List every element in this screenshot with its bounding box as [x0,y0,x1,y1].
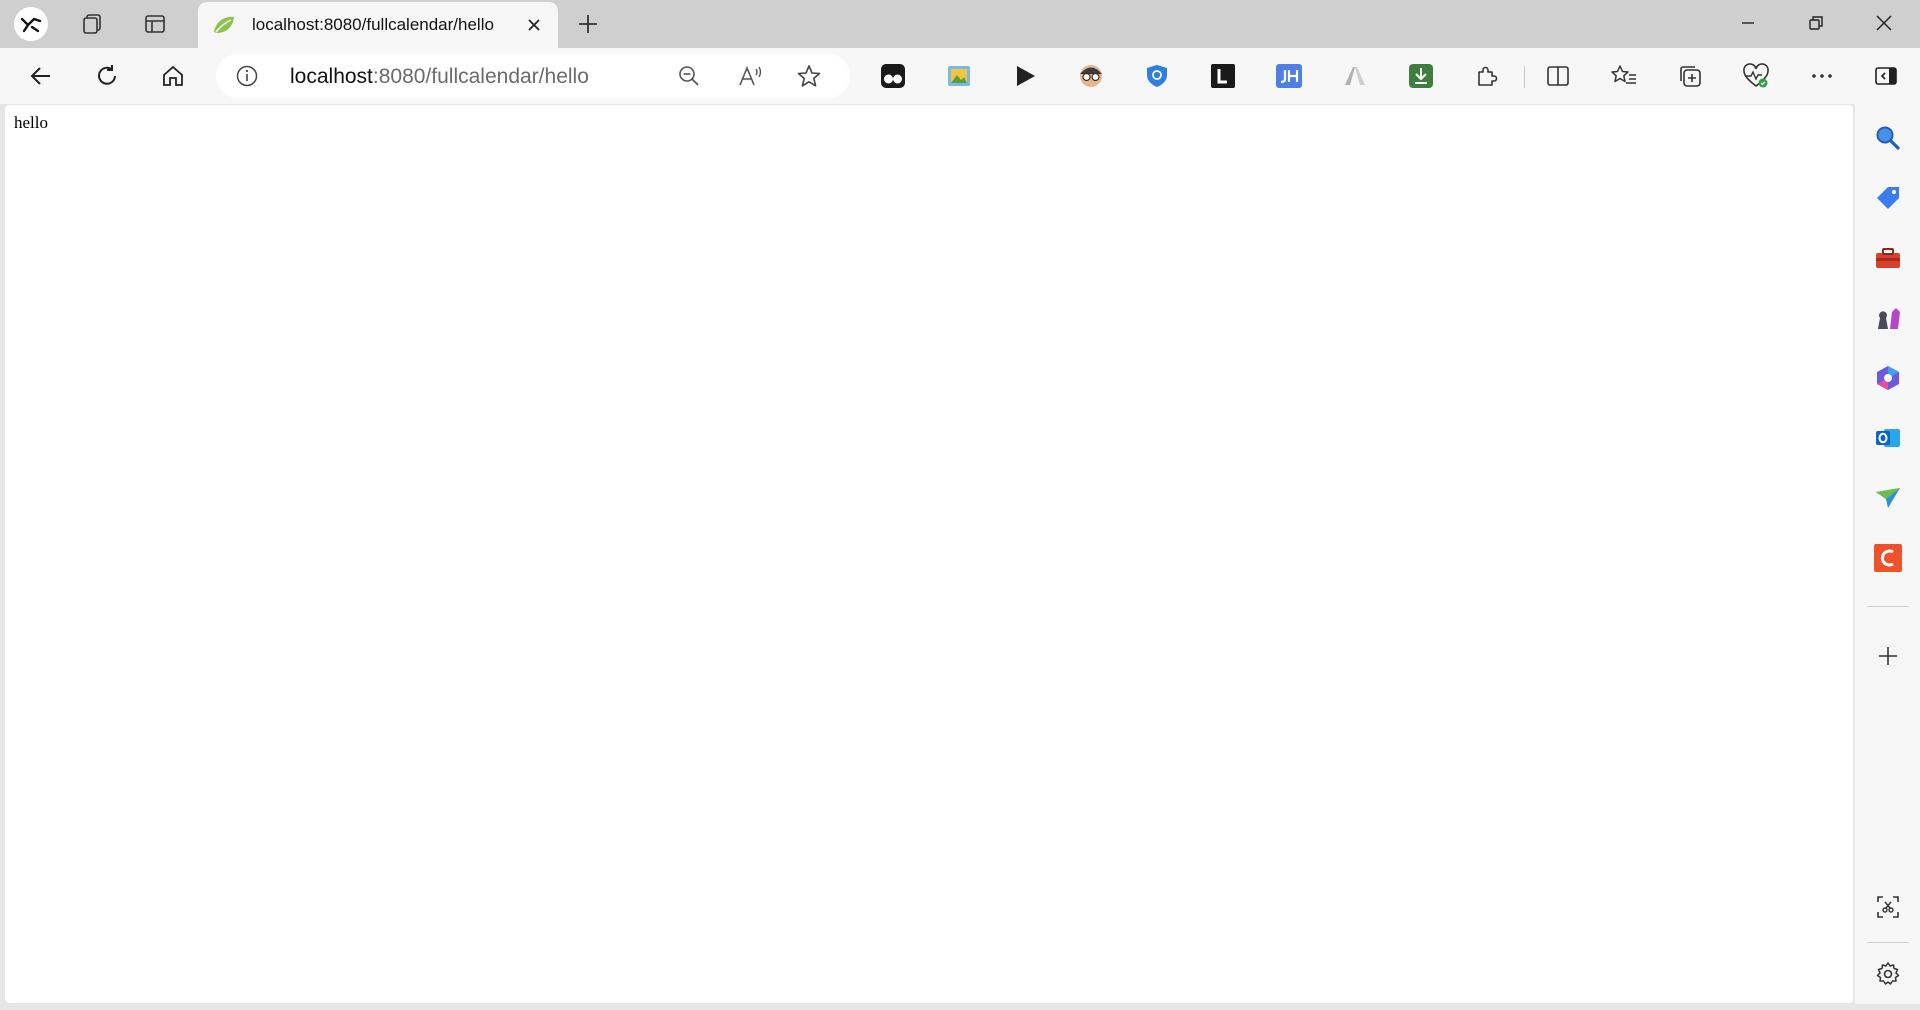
favorite-star-icon [797,65,821,87]
ext-image[interactable] [943,60,975,92]
heart-pulse-icon [1743,63,1769,88]
image-extension-icon [948,66,970,86]
close-window-button[interactable] [1850,0,1918,46]
split-screen-icon [1547,66,1569,86]
ext-hacker[interactable] [1075,60,1107,92]
gear-icon [1876,962,1900,985]
page-text: hello [14,113,48,132]
home-icon [163,65,183,86]
restore-icon [1809,16,1823,30]
info-icon[interactable] [236,65,258,87]
play-icon [1017,66,1035,86]
l-extension-icon [1211,64,1235,88]
sidebar-c-app[interactable] [1872,542,1904,574]
more-menu-button[interactable] [1806,60,1838,92]
ext-download[interactable] [1405,60,1437,92]
vertical-tabs-button[interactable] [133,6,177,42]
games-icon [1878,308,1900,329]
minimize-icon [1742,22,1754,24]
sidebar-settings-button[interactable] [1872,958,1904,990]
back-icon [30,67,50,85]
sidebar-separator [1867,606,1909,607]
refresh-button[interactable] [86,56,128,96]
tampermonkey-icon [881,64,905,88]
active-tab[interactable]: localhost:8080/fullcalendar/hello [198,2,558,48]
back-button[interactable] [20,56,62,96]
collections-icon [1680,66,1701,87]
ext-play[interactable] [1009,60,1041,92]
url-host: localhost [290,65,373,88]
tab-actions-icon [145,15,165,33]
read-aloud-button[interactable] [735,62,765,90]
screenshot-icon [1877,896,1899,918]
zoom-button[interactable] [674,62,704,90]
arrow-extension-icon [1345,67,1365,85]
ext-tampermonkey[interactable] [877,60,909,92]
address-url[interactable]: localhost:8080/fullcalendar/hello [290,65,589,89]
sidebar-shopping[interactable] [1872,182,1904,214]
restore-button[interactable] [1782,0,1850,46]
shield-icon [1147,65,1167,87]
jh-extension-icon [1276,64,1302,88]
extensions-button[interactable] [1471,60,1503,92]
sidebar-screenshot-button[interactable] [1872,891,1904,923]
ext-shield[interactable] [1141,60,1173,92]
ext-l[interactable] [1207,60,1239,92]
refresh-icon [98,65,116,85]
profile-avatar[interactable] [14,7,48,41]
copilot-icon [1877,366,1899,390]
more-dots-icon [1812,74,1832,78]
zoom-out-icon [679,66,699,86]
sidebar-toggle-button[interactable] [1870,60,1902,92]
toolbar-separator [1524,66,1525,88]
url-path: :8080/fullcalendar/hello [372,65,589,88]
minimize-button[interactable] [1714,0,1782,46]
sidebar-send[interactable] [1872,482,1904,514]
sidebar-tools[interactable] [1872,242,1904,274]
profile-icon [20,17,42,33]
home-button[interactable] [152,56,194,96]
sidebar-add-button[interactable] [1872,640,1904,672]
workspaces-button[interactable] [70,6,114,42]
favorites-list-icon [1611,65,1636,84]
shopping-tag-icon [1877,187,1899,209]
outlook-icon [1876,429,1900,447]
sidebar-search[interactable] [1872,122,1904,154]
ext-jh[interactable] [1273,60,1305,92]
tab-bar: localhost:8080/fullcalendar/hello [0,0,1920,48]
favorite-button[interactable] [794,62,824,90]
download-extension-icon [1409,64,1433,88]
extensions-puzzle-icon [1478,66,1498,86]
split-screen-button[interactable] [1542,60,1574,92]
window-bottom-edge [0,1004,1920,1010]
browser-essentials-button[interactable] [1740,60,1772,92]
plus-icon [1879,647,1897,665]
hacker-face-icon [1080,65,1102,87]
close-icon [1876,15,1892,31]
read-aloud-icon [739,65,762,86]
edge-sidebar [1855,104,1920,1010]
sidebar-games[interactable] [1872,302,1904,334]
sidebar-separator [1867,942,1909,943]
sidebar-copilot[interactable] [1872,362,1904,394]
new-tab-button[interactable] [568,6,608,42]
tab-title: localhost:8080/fullcalendar/hello [252,15,494,34]
close-icon [528,19,540,31]
ext-arrow[interactable] [1339,60,1371,92]
tab-close-button[interactable] [522,13,546,37]
send-icon [1876,488,1900,508]
plus-icon [579,15,597,33]
tools-icon [1876,248,1900,268]
toolbar: localhost:8080/fullcalendar/hello [0,48,1920,104]
c-app-icon [1874,544,1902,572]
workspaces-icon [83,14,101,34]
address-bar[interactable]: localhost:8080/fullcalendar/hello [216,54,850,98]
search-icon [1876,126,1900,150]
spring-leaf-icon [214,16,234,33]
page-viewport: hello [5,105,1853,1003]
collections-button[interactable] [1674,60,1706,92]
sidebar-outlook[interactable] [1872,422,1904,454]
favorites-button[interactable] [1608,60,1640,92]
sidebar-toggle-icon [1875,67,1897,85]
